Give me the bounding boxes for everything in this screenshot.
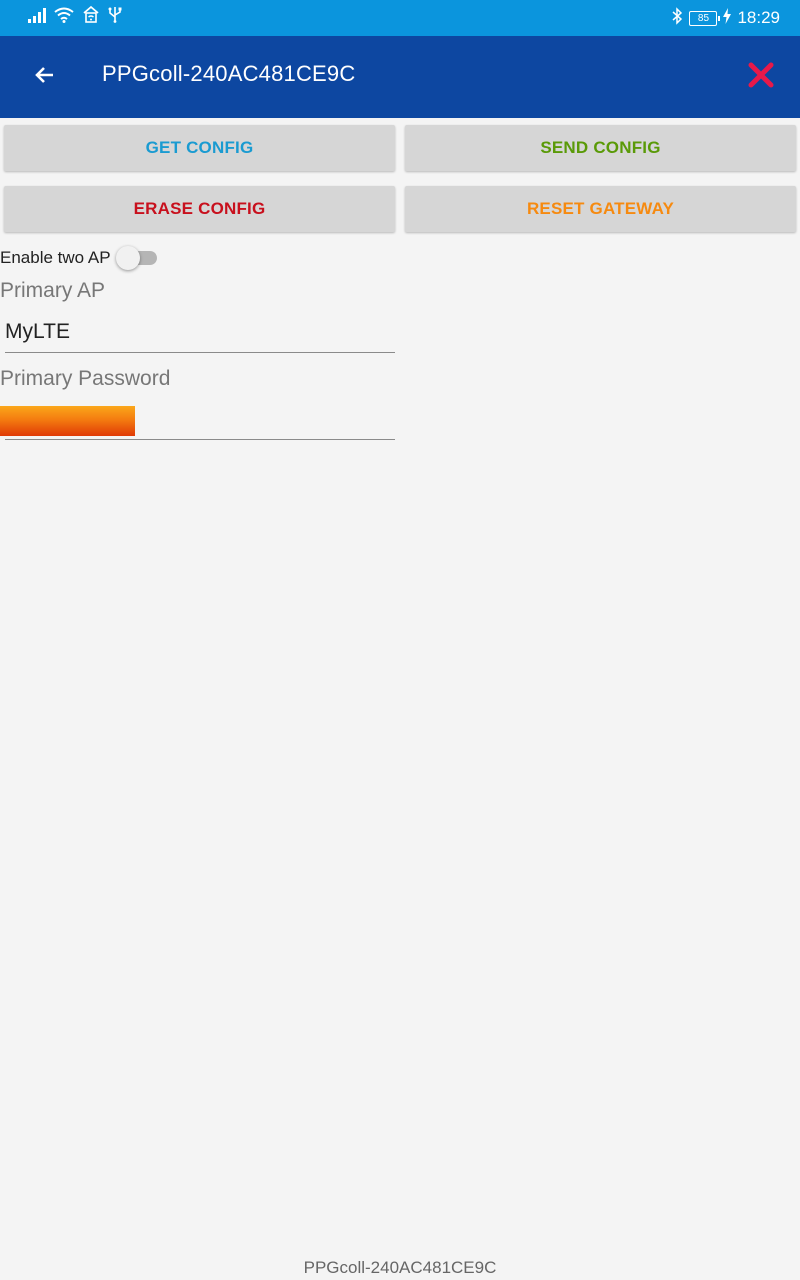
- charging-icon: [723, 7, 732, 29]
- status-bar: 85 18:29: [0, 0, 800, 36]
- footer-device-name: PPGcoll-240AC481CE9C: [303, 1258, 497, 1277]
- close-icon: [747, 61, 775, 94]
- enable-two-ap-switch[interactable]: [115, 245, 159, 271]
- send-config-button[interactable]: SEND CONFIG: [405, 125, 796, 171]
- hotspot-icon: [82, 5, 100, 28]
- enable-two-ap-row: Enable two AP: [0, 244, 159, 272]
- battery-level: 85: [697, 12, 710, 24]
- app-bar: PPGcoll-240AC481CE9C: [0, 36, 800, 118]
- enable-two-ap-label: Enable two AP: [0, 248, 111, 267]
- signal-icon: [28, 7, 46, 28]
- status-time: 18:29: [737, 8, 780, 27]
- reset-gateway-button[interactable]: RESET GATEWAY: [405, 186, 796, 232]
- close-button[interactable]: [744, 60, 778, 94]
- usb-icon: [108, 5, 122, 28]
- erase-config-button[interactable]: ERASE CONFIG: [4, 186, 395, 232]
- password-redaction-bar: [0, 406, 135, 436]
- arrow-left-icon: [33, 63, 57, 92]
- primary-password-label: Primary Password: [0, 367, 171, 390]
- back-button[interactable]: [26, 58, 64, 96]
- wifi-icon: [54, 7, 74, 28]
- screen: 85 18:29 PPGcoll-240AC481CE9C GET CONFIG…: [0, 0, 800, 1280]
- status-left-icons: [28, 5, 122, 28]
- status-right-icons: 85 18:29: [671, 6, 780, 30]
- battery-icon: 85: [689, 10, 721, 26]
- primary-ap-input[interactable]: [5, 312, 395, 353]
- primary-ap-label: Primary AP: [0, 279, 106, 302]
- switch-thumb: [115, 246, 140, 270]
- app-title: PPGcoll-240AC481CE9C: [102, 61, 356, 86]
- get-config-button[interactable]: GET CONFIG: [4, 125, 395, 171]
- bluetooth-icon: [671, 6, 683, 30]
